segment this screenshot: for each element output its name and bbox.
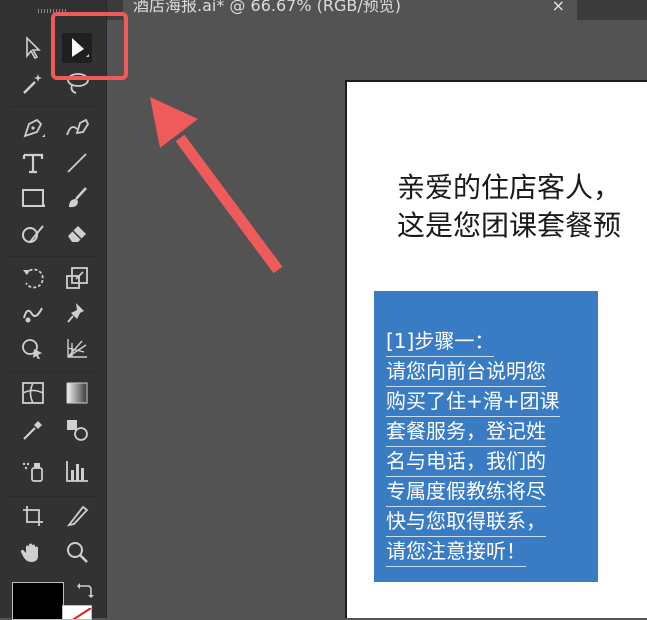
mesh-icon [22, 382, 44, 404]
swap-colors-icon[interactable] [76, 582, 94, 600]
info-line: 名与电话，我们的 [386, 447, 546, 477]
rectangle-tool[interactable] [18, 183, 48, 213]
headline-line-2[interactable]: 这是您团课套餐预 [397, 204, 621, 244]
info-line: 请您注意接听！ [386, 537, 526, 567]
pen-icon [23, 118, 45, 138]
info-text: [1]步骤一： 请您向前台说明您 购买了住+滑+团课 套餐服务，登记姓 名与电话… [386, 327, 590, 567]
fill-color-swatch[interactable] [12, 582, 64, 620]
pen-tool[interactable] [18, 113, 48, 143]
info-line: [1]步骤一： [386, 327, 495, 357]
shape-builder-tool[interactable] [18, 333, 48, 363]
no-color-icon [72, 607, 91, 619]
shaper-tool[interactable] [18, 218, 48, 248]
info-line: 专属度假教练将尽 [386, 477, 546, 507]
paintbrush-tool[interactable] [62, 183, 92, 213]
gradient-tool[interactable] [62, 378, 92, 408]
type-tool[interactable] [18, 148, 48, 178]
slice-tool[interactable] [62, 501, 92, 531]
eraser-icon [68, 226, 86, 242]
symbol-sprayer-tool[interactable] [18, 456, 48, 486]
close-tab-icon[interactable]: × [552, 0, 565, 20]
info-line: 快与您取得联系， [386, 507, 546, 537]
slice-icon [66, 505, 89, 527]
scale-tool[interactable] [62, 263, 92, 293]
symbol-sprayer-icon [22, 462, 43, 482]
puppet-warp-tool[interactable] [62, 298, 92, 328]
brush-icon [69, 187, 87, 208]
hand-tool[interactable] [18, 537, 48, 567]
type-icon [22, 153, 44, 174]
warp-tool[interactable] [18, 298, 48, 328]
warp-icon [23, 307, 43, 323]
eyedropper-icon [23, 421, 42, 440]
mesh-tool[interactable] [18, 378, 48, 408]
rotate-tool[interactable] [18, 263, 48, 293]
perspective-grid-tool[interactable] [62, 333, 92, 363]
line-icon [67, 153, 87, 173]
artboard-tool[interactable] [18, 501, 48, 531]
eyedropper-tool[interactable] [18, 415, 48, 445]
blend-icon [67, 420, 88, 441]
gradient-icon [66, 382, 88, 404]
headline-line-1[interactable]: 亲爱的住店客人， [397, 166, 621, 206]
curvature-pen-icon [66, 118, 90, 136]
column-graph-tool[interactable] [62, 456, 92, 486]
artboard-icon [23, 506, 43, 526]
info-line: 套餐服务，登记姓 [386, 417, 546, 447]
shape-builder-icon [22, 339, 42, 359]
info-text-box[interactable]: [1]步骤一： 请您向前台说明您 购买了住+滑+团课 套餐服务，登记姓 名与电话… [374, 291, 598, 582]
zoom-icon [67, 542, 88, 563]
rectangle-icon [22, 189, 45, 207]
highlight-box [51, 12, 128, 80]
zoom-tool[interactable] [62, 537, 92, 567]
pin-icon [67, 303, 84, 323]
selection-tool[interactable] [18, 33, 48, 63]
hand-icon [20, 543, 38, 562]
info-line: 请您向前台说明您 [386, 357, 546, 387]
scale-icon [66, 267, 88, 289]
document-tab-title: 酒店海报.ai* @ 66.67% (RGB/预览) [133, 0, 401, 15]
artboard[interactable]: 亲爱的住店客人， 这是您团课套餐预 [1]步骤一： 请您向前台说明您 购买了住+… [345, 80, 647, 618]
info-line: 购买了住+滑+团课 [386, 387, 560, 417]
eraser-tool[interactable] [62, 218, 92, 248]
arrow-outline-icon [26, 36, 41, 60]
rotate-icon [23, 268, 44, 289]
document-tab[interactable]: 酒店海报.ai* @ 66.67% (RGB/预览) × [123, 0, 577, 20]
tools-panel [0, 0, 107, 620]
magic-wand-tool[interactable] [18, 69, 48, 99]
blend-tool[interactable] [62, 415, 92, 445]
shaper-icon [22, 225, 44, 243]
document-tab-bar: 酒店海报.ai* @ 66.67% (RGB/预览) × [107, 0, 647, 20]
magic-wand-icon [23, 74, 42, 94]
line-tool[interactable] [62, 148, 92, 178]
curvature-tool[interactable] [62, 113, 92, 143]
perspective-grid-icon [67, 339, 87, 358]
column-graph-icon [66, 461, 88, 482]
